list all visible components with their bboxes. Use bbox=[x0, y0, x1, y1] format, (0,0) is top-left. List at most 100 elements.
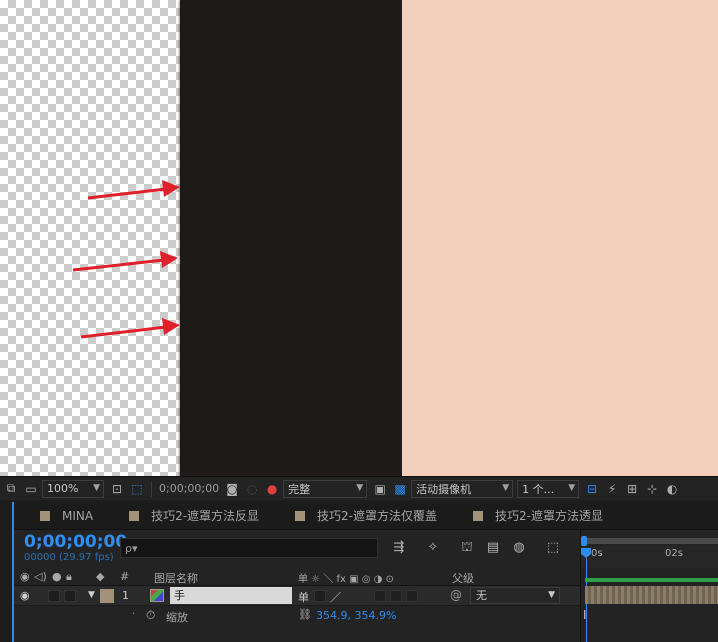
pick-whip-icon[interactable]: @ bbox=[450, 588, 462, 602]
column-layer-name[interactable]: 图层名称 bbox=[154, 570, 198, 586]
audio-icon[interactable]: ◁) bbox=[34, 570, 47, 583]
frame-blending-icon[interactable]: ▤ bbox=[484, 540, 502, 556]
graph-editor-icon[interactable]: ⬚ bbox=[544, 540, 562, 556]
always-preview-icon[interactable]: ⧉ bbox=[2, 480, 20, 498]
column-switches: 单 ☼ ＼ fx ▣ ◎ ◑ ⊙ bbox=[298, 574, 394, 585]
views-dropdown[interactable]: 1 个... ▼ bbox=[517, 479, 580, 498]
show-snapshot-icon[interactable]: ◌ bbox=[243, 480, 261, 498]
layer-duration-bar[interactable] bbox=[585, 586, 718, 604]
camera-value: 活动摄像机 bbox=[416, 482, 472, 496]
lock-icon[interactable]: 🔒︎ bbox=[66, 570, 72, 584]
footage-thumbnail-icon bbox=[150, 589, 164, 602]
tree-branch-icon: · bbox=[132, 609, 136, 620]
motion-blur-icon[interactable]: ◍ bbox=[510, 540, 528, 556]
solo-icon[interactable]: ● bbox=[52, 570, 62, 583]
resolution-dropdown[interactable]: 完整 ▼ bbox=[283, 479, 368, 498]
timeline-panel: MINA 技巧2-遮罩方法反显 技巧2-遮罩方法仅覆盖 技巧2-遮罩方法透显 0… bbox=[12, 502, 718, 642]
color-channels-icon[interactable]: ● bbox=[263, 480, 281, 498]
quality-switch-icon[interactable]: ／ bbox=[330, 589, 341, 605]
label-color-swatch bbox=[473, 510, 484, 521]
video-visibility-icon[interactable]: ◉ bbox=[20, 570, 30, 583]
text-cursor-icon: I bbox=[583, 608, 587, 622]
label-color-swatch bbox=[295, 510, 306, 521]
frame-count: 00000 (29.97 fps) bbox=[24, 552, 114, 563]
label-color-swatch bbox=[40, 510, 50, 521]
shy-switch-icon[interactable]: 单 bbox=[298, 589, 309, 605]
timeline-icon[interactable]: ⊞ bbox=[623, 480, 641, 498]
tick-label-0s: 0s bbox=[591, 548, 603, 559]
chevron-down-icon: ▼ bbox=[356, 482, 364, 493]
tab-mask-reveal[interactable]: 技巧2-遮罩方法透显 bbox=[449, 502, 615, 529]
dark-layer-region bbox=[180, 0, 404, 476]
tab-mina[interactable]: MINA bbox=[14, 502, 105, 529]
eye-icon[interactable]: ◉ bbox=[20, 589, 30, 602]
tab-mask-invert[interactable]: 技巧2-遮罩方法反显 bbox=[105, 502, 271, 529]
stopwatch-icon[interactable]: ⏱︎ bbox=[146, 608, 155, 623]
region-of-interest-icon[interactable]: ⊡ bbox=[108, 480, 126, 498]
label-color-swatch bbox=[129, 510, 140, 521]
3d-layer-switch[interactable] bbox=[406, 590, 418, 602]
camera-snapshot-icon[interactable]: ◙ bbox=[223, 480, 241, 498]
work-area-start-handle[interactable] bbox=[581, 536, 587, 546]
skin-layer-region bbox=[402, 0, 718, 476]
zoom-value: 100% bbox=[47, 482, 79, 495]
column-number: # bbox=[120, 570, 130, 583]
expand-triangle-icon[interactable]: ▼ bbox=[88, 590, 95, 600]
toggle-pixel-aspect-icon[interactable]: ⊟ bbox=[583, 480, 601, 498]
parent-dropdown[interactable]: 无 ▼ bbox=[470, 587, 560, 604]
column-parent: 父级 bbox=[452, 572, 474, 585]
tab-label: 技巧2-遮罩方法仅覆盖 bbox=[317, 509, 438, 523]
adjustment-switch[interactable] bbox=[374, 590, 386, 602]
parent-value: 无 bbox=[476, 589, 487, 602]
fast-preview-icon[interactable]: ⚡ bbox=[603, 480, 621, 498]
layer-row[interactable]: ◉ ▼ 1 手 单 ／ @ 无 ▼ bbox=[14, 586, 580, 606]
tab-label: 技巧2-遮罩方法反显 bbox=[151, 509, 260, 523]
chevron-down-icon: ▼ bbox=[548, 590, 555, 600]
mask-visibility-icon[interactable]: ⬚ bbox=[128, 480, 146, 498]
composition-tabs: MINA 技巧2-遮罩方法反显 技巧2-遮罩方法仅覆盖 技巧2-遮罩方法透显 bbox=[14, 502, 718, 530]
exposure-icon[interactable]: ◐ bbox=[663, 480, 681, 498]
current-time-display[interactable]: 0;00;00;00 bbox=[24, 532, 127, 552]
property-row-scale[interactable]: · ⏱︎ 缩放 ⛓ 354.9, 354.9% bbox=[14, 606, 580, 626]
zoom-dropdown[interactable]: 100% ▼ bbox=[42, 479, 104, 498]
transparency-grid bbox=[0, 0, 182, 476]
tab-mask-overlay[interactable]: 技巧2-遮罩方法仅覆盖 bbox=[271, 502, 449, 529]
tick-label-02s: 02s bbox=[665, 548, 683, 559]
layer-search-input[interactable]: ρ▾ bbox=[120, 538, 378, 558]
views-value: 1 个... bbox=[522, 482, 555, 496]
search-icon: ρ▾ bbox=[125, 541, 138, 555]
time-ruler-area[interactable]: 0s 02s I bbox=[580, 530, 718, 642]
transparency-grid-icon[interactable]: ▩ bbox=[391, 480, 409, 498]
work-area-bar[interactable] bbox=[585, 538, 718, 544]
scale-value[interactable]: 354.9, 354.9% bbox=[316, 609, 396, 622]
camera-dropdown[interactable]: 活动摄像机 ▼ bbox=[411, 479, 514, 498]
layer-index: 1 bbox=[122, 589, 129, 602]
chevron-down-icon: ▼ bbox=[93, 482, 100, 493]
toolbar-timecode[interactable]: 0;00;00;00 bbox=[159, 482, 219, 495]
collapse-switch[interactable] bbox=[314, 590, 326, 602]
chevron-down-icon: ▼ bbox=[568, 482, 576, 493]
shy-layers-icon[interactable]: ⛫ bbox=[458, 540, 476, 556]
layer-label-color[interactable] bbox=[100, 589, 114, 603]
label-tag-icon[interactable]: ◆ bbox=[96, 570, 104, 583]
property-name: 缩放 bbox=[166, 611, 188, 624]
motion-blur-switch[interactable] bbox=[390, 590, 402, 602]
viewer-toolbar: ⧉ ▭ 100% ▼ ⊡ ⬚ 0;00;00;00 ◙ ◌ ● 完整 ▼ ▣ ▩… bbox=[0, 476, 718, 500]
tab-label: MINA bbox=[62, 508, 94, 523]
resolution-value: 完整 bbox=[288, 482, 311, 496]
composition-viewer[interactable] bbox=[0, 0, 718, 476]
time-ruler[interactable]: 0s 02s bbox=[581, 546, 718, 568]
draft-3d-icon[interactable]: ✧ bbox=[424, 540, 442, 556]
flowchart-icon[interactable]: ⊹ bbox=[643, 480, 661, 498]
fast-previews-icon[interactable]: ▣ bbox=[371, 480, 389, 498]
monitor-icon[interactable]: ▭ bbox=[22, 480, 40, 498]
layer-name-field[interactable]: 手 bbox=[170, 587, 292, 604]
toolbar-divider bbox=[151, 480, 152, 497]
tab-label: 技巧2-遮罩方法透显 bbox=[495, 509, 603, 523]
layer-column-header: ◉ ◁) ● 🔒︎ ◆ # 图层名称 单 ☼ ＼ fx ▣ ◎ ◑ ⊙ 父级 bbox=[14, 568, 580, 586]
composition-mini-flowchart-icon[interactable]: ⇶ bbox=[390, 540, 408, 556]
constrain-proportions-icon[interactable]: ⛓ bbox=[298, 608, 312, 621]
audio-toggle[interactable] bbox=[48, 590, 60, 602]
lock-toggle[interactable] bbox=[64, 590, 76, 602]
chevron-down-icon: ▼ bbox=[502, 482, 510, 493]
